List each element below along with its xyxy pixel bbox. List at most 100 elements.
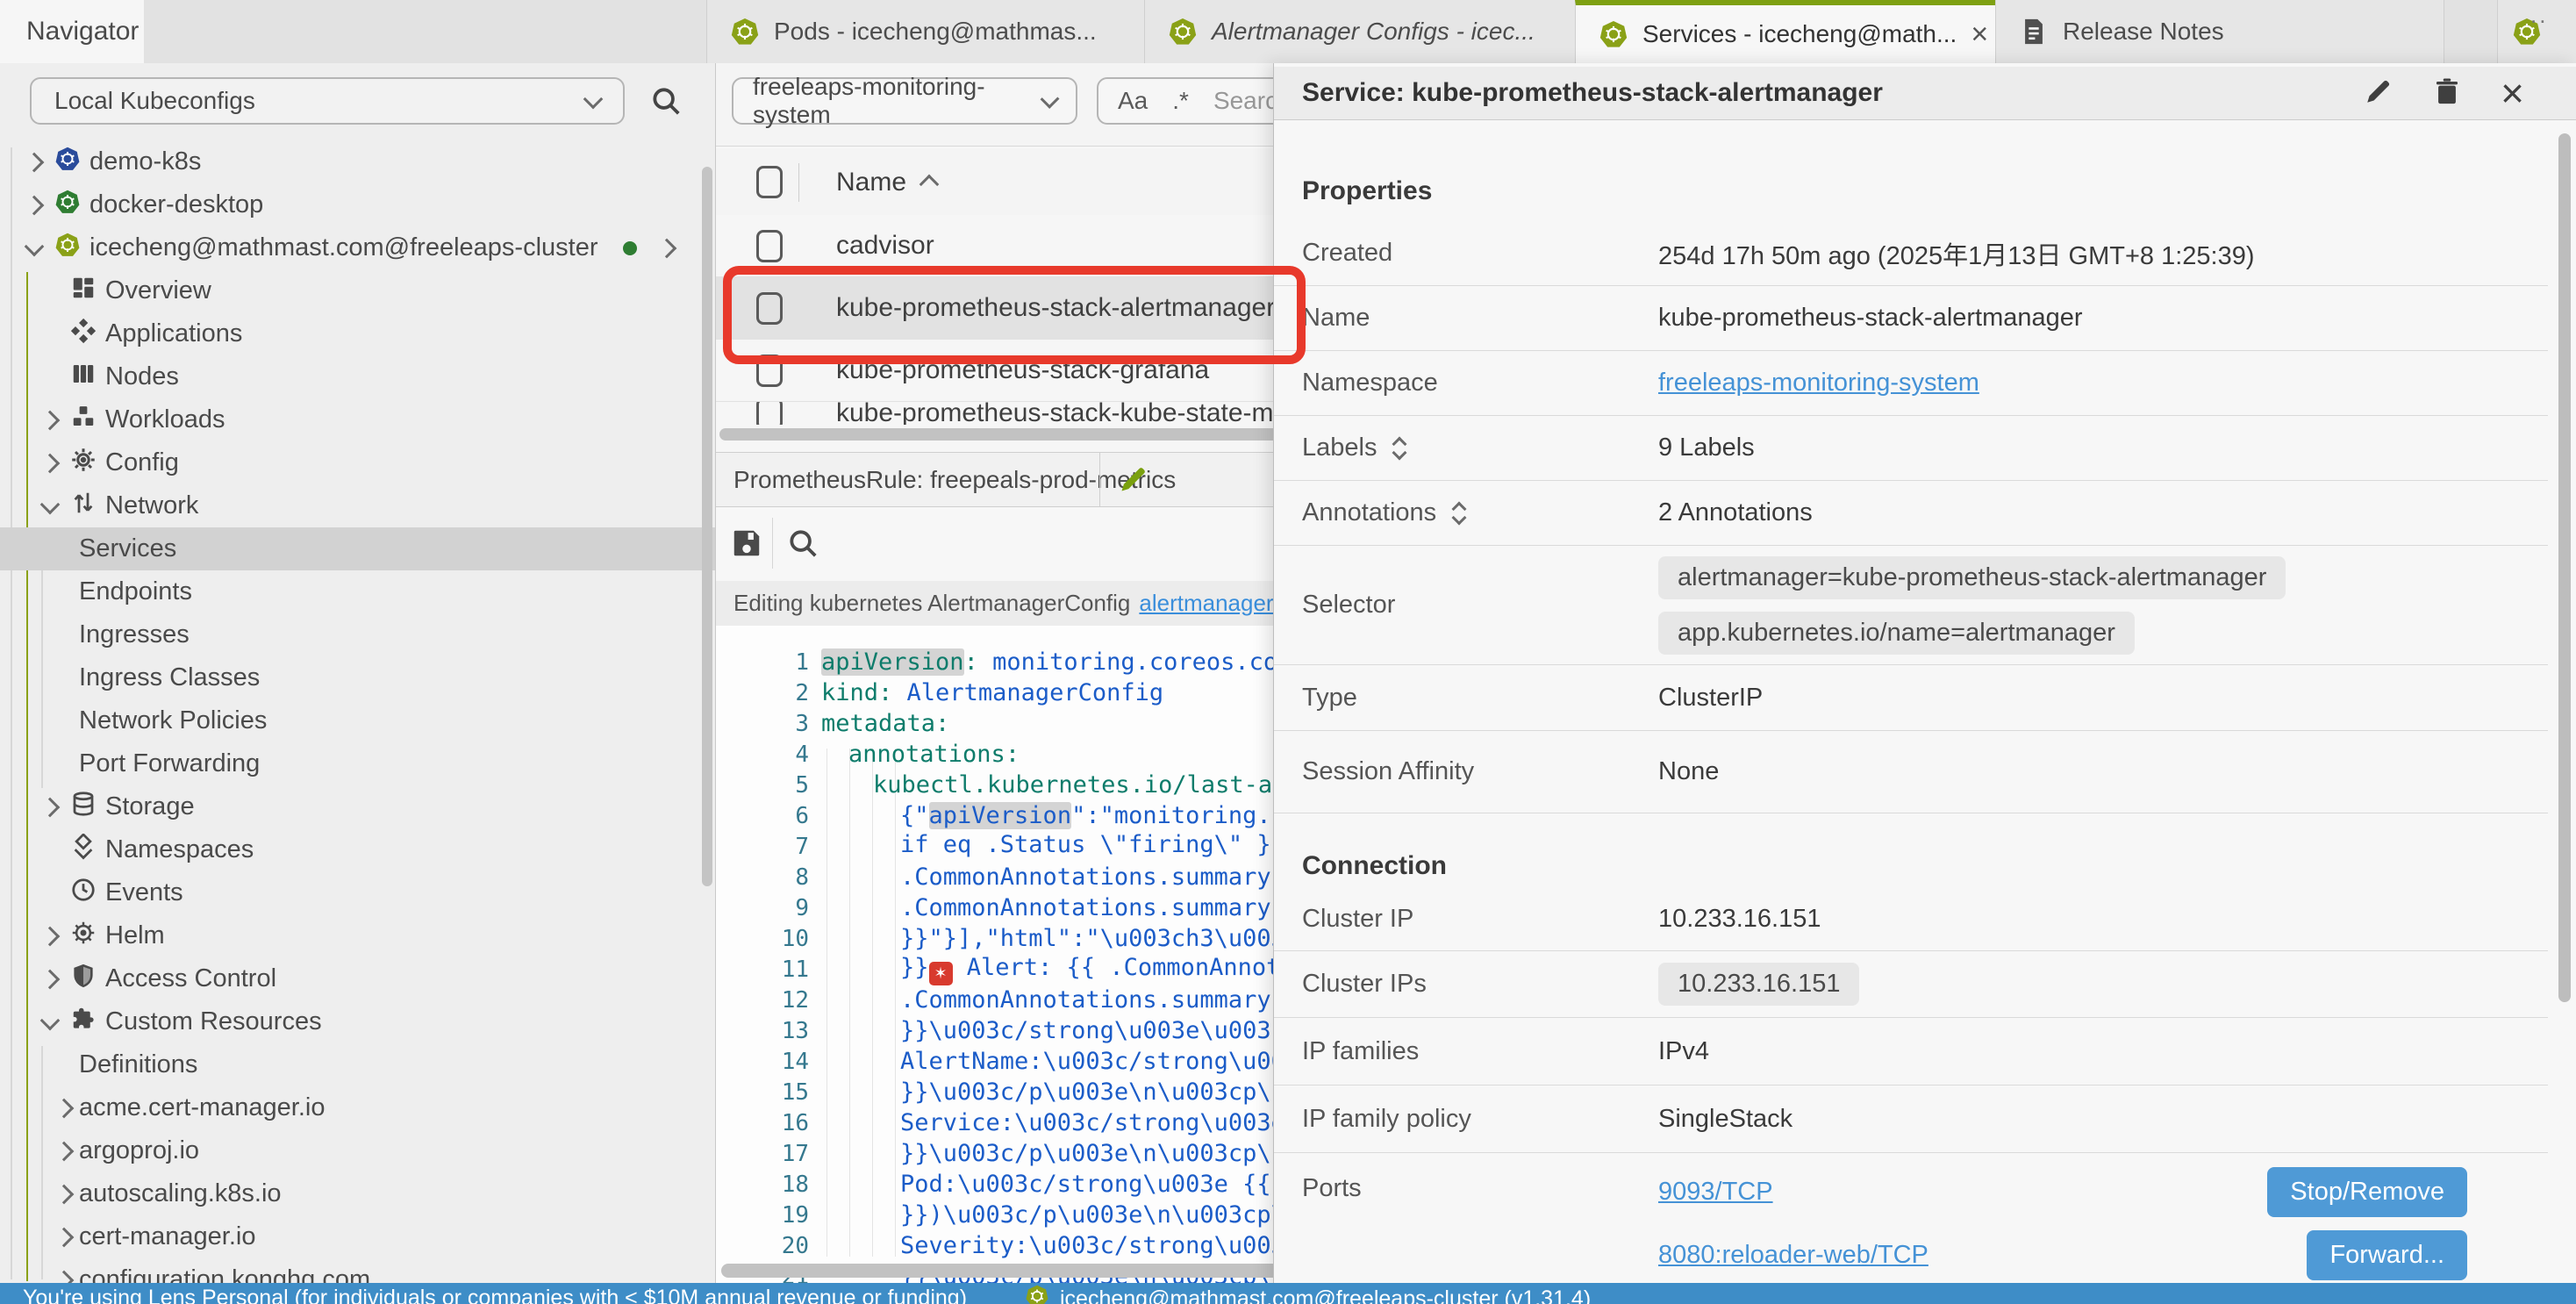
editor-search-icon[interactable] [786, 527, 819, 560]
sidebar-item-configuration-konghq-com[interactable]: configuration.konghq.com [0, 1258, 716, 1283]
sidebar-item-definitions[interactable]: Definitions [0, 1043, 716, 1086]
chevron-down-icon[interactable] [25, 236, 45, 256]
k8s-icon [54, 232, 81, 265]
select-all-checkbox[interactable] [756, 166, 783, 198]
sidebar-item-applications[interactable]: Applications [0, 312, 716, 355]
chevron-right-icon[interactable] [54, 1227, 75, 1247]
drawer-scrollbar[interactable] [2558, 133, 2571, 1002]
sidebar-item-label: Nodes [105, 362, 179, 391]
storage-icon [70, 791, 97, 824]
chevron-right-icon[interactable] [25, 195, 45, 215]
chevron-right-icon[interactable] [40, 969, 61, 989]
sidebar-item-cert-manager-io[interactable]: cert-manager.io [0, 1215, 716, 1258]
sidebar-item-endpoints[interactable]: Endpoints [0, 570, 716, 613]
navigator-header: Navigator [0, 0, 144, 63]
sidebar-item-label: cert-manager.io [79, 1222, 256, 1251]
sidebar-item-argoproj-io[interactable]: argoproj.io [0, 1129, 716, 1172]
detail-label: Annotations [1302, 498, 1436, 527]
tab-services[interactable]: Services - icecheng@math...× [1575, 0, 1996, 63]
sidebar-item-acme-cert-manager-io[interactable]: acme.cert-manager.io [0, 1086, 716, 1129]
sidebar-item-ingress-classes[interactable]: Ingress Classes [0, 656, 716, 699]
sidebar-item-network[interactable]: Network [0, 484, 716, 527]
chevron-right-icon[interactable] [40, 410, 61, 430]
sidebar-item-services[interactable]: Services [0, 527, 716, 570]
sidebar-item-docker-desktop[interactable]: docker-desktop [0, 183, 716, 226]
chevron-right-icon[interactable] [40, 797, 61, 817]
sidebar-item-custom-resources[interactable]: Custom Resources [0, 1000, 716, 1043]
detail-value: kube-prometheus-stack-alertmanager [1658, 304, 2083, 333]
chevron-right-icon[interactable] [40, 453, 61, 473]
stop-remove-button[interactable]: Stop/Remove [2267, 1167, 2467, 1217]
detail-row-namespace: Namespace freeleaps-monitoring-system [1274, 351, 2548, 416]
search-icon[interactable] [649, 84, 683, 118]
detail-row-created: Created254d 17h 50m ago (2025年1月13日 GMT+… [1274, 221, 2548, 286]
sidebar-item-config[interactable]: Config [0, 441, 716, 484]
port-link[interactable]: 9093/TCP [1658, 1178, 1773, 1207]
row-checkbox[interactable] [756, 230, 783, 262]
sidebar-item-icecheng-mathmast-com-freeleaps-cluster[interactable]: icecheng@mathmast.com@freeleaps-cluster [0, 226, 716, 269]
kubeconfig-select[interactable]: Local Kubeconfigs [30, 77, 625, 125]
detail-row-ports: Ports9093/TCPStop/Remove8080:reloader-we… [1274, 1153, 2548, 1302]
service-name: cadvisor [836, 231, 934, 261]
sidebar-item-storage[interactable]: Storage [0, 785, 716, 828]
drawer-title: Service: kube-prometheus-stack-alertmana… [1302, 78, 1883, 108]
tab-close-icon[interactable]: × [1971, 19, 1988, 49]
sidebar-item-network-policies[interactable]: Network Policies [0, 699, 716, 742]
sidebar-scrollbar[interactable] [702, 167, 712, 886]
sidebar-item-autoscaling-k8s-io[interactable]: autoscaling.k8s.io [0, 1172, 716, 1215]
chevron-down-icon[interactable] [40, 494, 61, 514]
namespaces-icon [70, 834, 97, 867]
detail-row-name: Namekube-prometheus-stack-alertmanager [1274, 286, 2548, 351]
cluster-tree: demo-k8sdocker-desktopicecheng@mathmast.… [0, 140, 716, 1283]
sidebar-item-events[interactable]: Events [0, 871, 716, 914]
delete-service-icon[interactable] [2432, 76, 2462, 111]
namespace-select-value: freeleaps-monitoring-system [753, 73, 1043, 129]
sidebar-item-demo-k8s[interactable]: demo-k8s [0, 140, 716, 183]
sidebar-item-overview[interactable]: Overview [0, 269, 716, 312]
editing-resource-link[interactable]: alertmanager [1139, 590, 1273, 617]
detail-label: Namespace [1302, 369, 1438, 398]
row-checkbox[interactable] [756, 402, 783, 425]
sidebar-item-label: argoproj.io [79, 1136, 199, 1165]
namespace-link[interactable]: freeleaps-monitoring-system [1658, 369, 1979, 398]
name-column-header[interactable]: Name [836, 168, 906, 197]
chevron-down-icon[interactable] [40, 1010, 61, 1030]
tab-release[interactable]: Release Notes [1995, 0, 2444, 63]
namespace-select[interactable]: freeleaps-monitoring-system [732, 77, 1077, 125]
close-icon[interactable]: × [2501, 73, 2524, 113]
divider [1099, 453, 1100, 506]
save-icon[interactable] [730, 527, 763, 560]
sidebar-item-access-control[interactable]: Access Control [0, 957, 716, 1000]
edit-pencil-icon[interactable] [1118, 463, 1149, 495]
expand-collapse-icon[interactable] [1394, 439, 1405, 458]
sidebar-item-workloads[interactable]: Workloads [0, 398, 716, 441]
chevron-right-icon[interactable] [40, 926, 61, 946]
detail-row-type: TypeClusterIP [1274, 665, 2548, 731]
port-link[interactable]: 8080:reloader-web/TCP [1658, 1241, 1928, 1270]
edit-service-icon[interactable] [2364, 76, 2394, 111]
detail-value: ClusterIP [1658, 684, 1763, 713]
regex-toggle[interactable]: .* [1172, 87, 1189, 115]
value-pill: 10.233.16.151 [1658, 963, 1859, 1006]
tab-alertmanager[interactable]: Alertmanager Configs - icec... [1144, 0, 1576, 63]
sidebar-item-port-forwarding[interactable]: Port Forwarding [0, 742, 716, 785]
chevron-right-icon[interactable] [54, 1270, 75, 1283]
chevron-right-icon[interactable] [54, 1141, 75, 1161]
applications-icon [70, 318, 97, 351]
k8s-icon [1025, 1284, 1049, 1304]
match-case-toggle[interactable]: Aa [1118, 87, 1148, 115]
chevron-right-icon[interactable] [25, 152, 45, 172]
sidebar-item-nodes[interactable]: Nodes [0, 355, 716, 398]
chevron-right-icon[interactable] [54, 1098, 75, 1118]
sort-ascending-icon[interactable] [919, 174, 940, 194]
sidebar-item-namespaces[interactable]: Namespaces [0, 828, 716, 871]
sidebar-item-ingresses[interactable]: Ingresses [0, 613, 716, 656]
chevron-down-icon [583, 90, 604, 110]
forward--button[interactable]: Forward... [2307, 1230, 2467, 1280]
sidebar-item-helm[interactable]: Helm [0, 914, 716, 957]
chevron-right-icon[interactable] [656, 238, 676, 258]
expand-collapse-icon[interactable] [1454, 504, 1464, 523]
chevron-right-icon[interactable] [54, 1184, 75, 1204]
detail-label: Created [1302, 239, 1392, 268]
tab-pods[interactable]: Pods - icecheng@mathmas... [706, 0, 1145, 63]
